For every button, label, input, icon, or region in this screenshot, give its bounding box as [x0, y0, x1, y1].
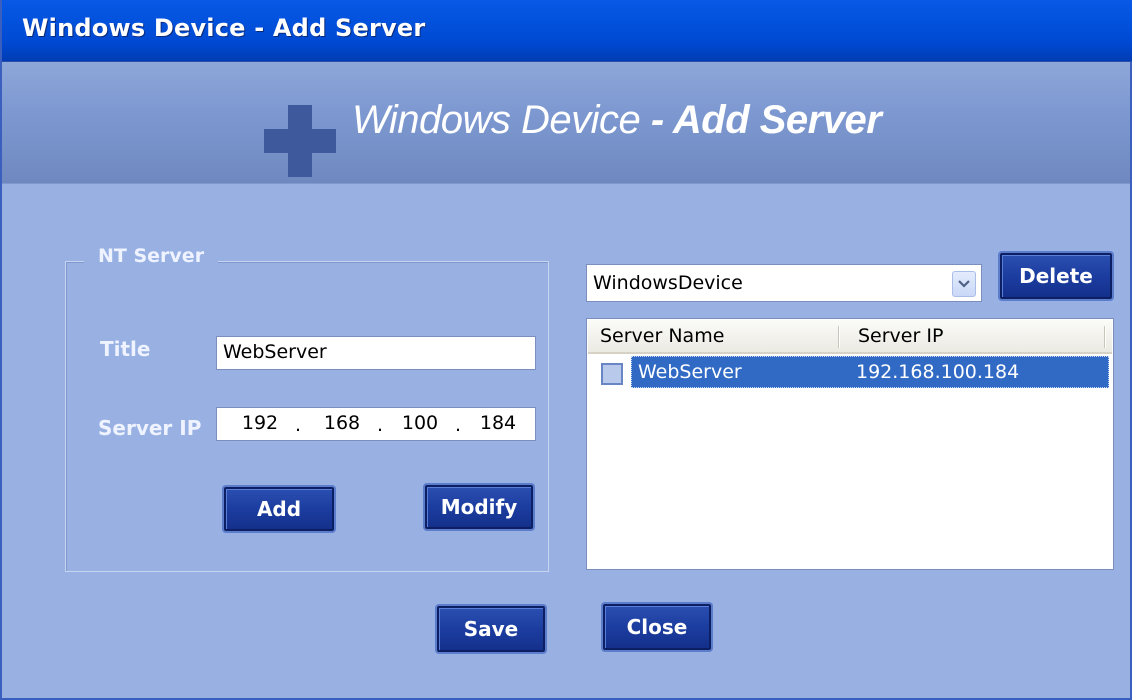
save-button[interactable]: Save: [437, 606, 545, 652]
ip-octet-3[interactable]: 100: [397, 412, 443, 434]
group-legend: NT Server: [84, 245, 219, 267]
close-button[interactable]: Close: [603, 604, 711, 650]
dialog-window: Windows Device - Add Server Windows Devi…: [0, 0, 1132, 700]
column-server-name[interactable]: Server Name: [600, 325, 724, 347]
add-button[interactable]: Add: [224, 487, 334, 531]
column-divider[interactable]: [1104, 326, 1106, 348]
server-list[interactable]: Server Name Server IP WebServer 192.168.…: [586, 318, 1114, 570]
list-header: Server Name Server IP: [588, 320, 1112, 354]
title-label: Title: [100, 337, 151, 361]
list-row-selected[interactable]: WebServer 192.168.100.184: [631, 356, 1109, 388]
chevron-down-icon[interactable]: [952, 271, 976, 297]
ip-octet-4[interactable]: 184: [475, 412, 521, 434]
server-ip-label: Server IP: [98, 416, 202, 440]
window-title: Windows Device - Add Server: [22, 14, 426, 42]
column-server-ip[interactable]: Server IP: [858, 325, 943, 347]
cross-icon: [264, 105, 336, 177]
header-banner: Windows Device - Add Server: [2, 62, 1130, 184]
modify-button[interactable]: Modify: [425, 485, 533, 529]
banner-title-light: Windows Device: [352, 98, 641, 142]
row-server-name: WebServer: [638, 361, 742, 383]
ip-dot-2: .: [377, 414, 384, 436]
title-bar[interactable]: Windows Device - Add Server: [2, 0, 1132, 62]
column-divider[interactable]: [838, 326, 840, 348]
row-server-ip: 192.168.100.184: [856, 361, 1020, 383]
device-select[interactable]: WindowsDevice: [586, 264, 982, 302]
ip-octet-1[interactable]: 192: [237, 412, 283, 434]
device-select-value: WindowsDevice: [593, 272, 743, 294]
server-ip-input[interactable]: 192 . 168 . 100 . 184: [216, 407, 536, 441]
ip-octet-2[interactable]: 168: [319, 412, 365, 434]
banner-title-bold: - Add Server: [650, 98, 882, 142]
title-input[interactable]: WebServer: [216, 336, 536, 370]
ip-dot-3: .: [455, 414, 462, 436]
ip-dot-1: .: [295, 414, 302, 436]
delete-button[interactable]: Delete: [1000, 253, 1112, 299]
row-checkbox[interactable]: [601, 363, 623, 385]
banner-title: Windows Device - Add Server: [352, 98, 882, 143]
